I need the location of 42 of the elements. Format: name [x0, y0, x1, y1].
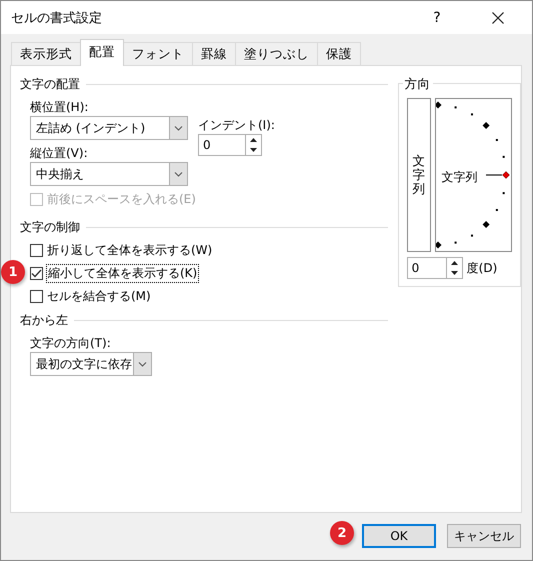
- group-heading: 文字の配置: [20, 76, 80, 92]
- group-heading: 文字の制御: [20, 218, 80, 236]
- group-heading: 方向: [402, 76, 433, 93]
- spin-field[interactable]: 0: [198, 134, 262, 156]
- orientation-text: 文字列: [442, 169, 478, 186]
- angle-line: [485, 174, 502, 176]
- orientation-dial[interactable]: 文字列: [434, 98, 512, 252]
- chevron-down-icon: [174, 172, 183, 176]
- field-label: インデント(I):: [198, 118, 275, 132]
- dropdown[interactable]: 中央揃え: [30, 162, 188, 186]
- chevron-down-icon: [138, 362, 147, 366]
- checkbox[interactable]: [30, 290, 43, 303]
- dropdown[interactable]: 左詰め (インデント): [30, 116, 188, 140]
- chevron-down-icon: [174, 126, 183, 130]
- angle-marker[interactable]: [436, 242, 442, 248]
- checkbox-label[interactable]: セルを結合する(M): [47, 288, 151, 305]
- angle-marker[interactable]: [502, 171, 510, 179]
- angle-marker[interactable]: [482, 221, 490, 228]
- field-label: 横位置(H):: [30, 100, 88, 114]
- ok-button[interactable]: OK: [362, 524, 436, 548]
- checkbox[interactable]: [30, 267, 43, 280]
- checkbox-label[interactable]: 折り返して全体を表示する(W): [47, 242, 212, 259]
- window-title: セルの書式設定: [11, 10, 103, 26]
- tab[interactable]: 表示形式: [11, 42, 81, 65]
- checkbox-label[interactable]: 縮小して全体を表示する(K): [47, 265, 198, 282]
- angle-marker[interactable]: [482, 122, 490, 129]
- field-label: 縦位置(V):: [30, 146, 88, 160]
- vertical-text-option[interactable]: 文字列: [406, 98, 431, 252]
- close-icon[interactable]: [492, 12, 504, 24]
- cancel-button[interactable]: キャンセル: [447, 524, 521, 548]
- checkbox[interactable]: [30, 244, 43, 257]
- step-badge: 2: [330, 521, 354, 545]
- step-badge: 1: [1, 260, 25, 284]
- spin-field[interactable]: 0: [406, 257, 463, 279]
- group-heading: 右から左: [20, 312, 68, 328]
- field-label: 度(D): [466, 260, 498, 276]
- field-label: 文字の方向(T):: [30, 336, 111, 350]
- tab[interactable]: 保護: [317, 42, 361, 65]
- help-button[interactable]: ?: [422, 10, 452, 26]
- tab[interactable]: 配置: [80, 39, 124, 66]
- dropdown[interactable]: 最初の文字に依存: [30, 352, 152, 376]
- angle-marker[interactable]: [436, 102, 442, 108]
